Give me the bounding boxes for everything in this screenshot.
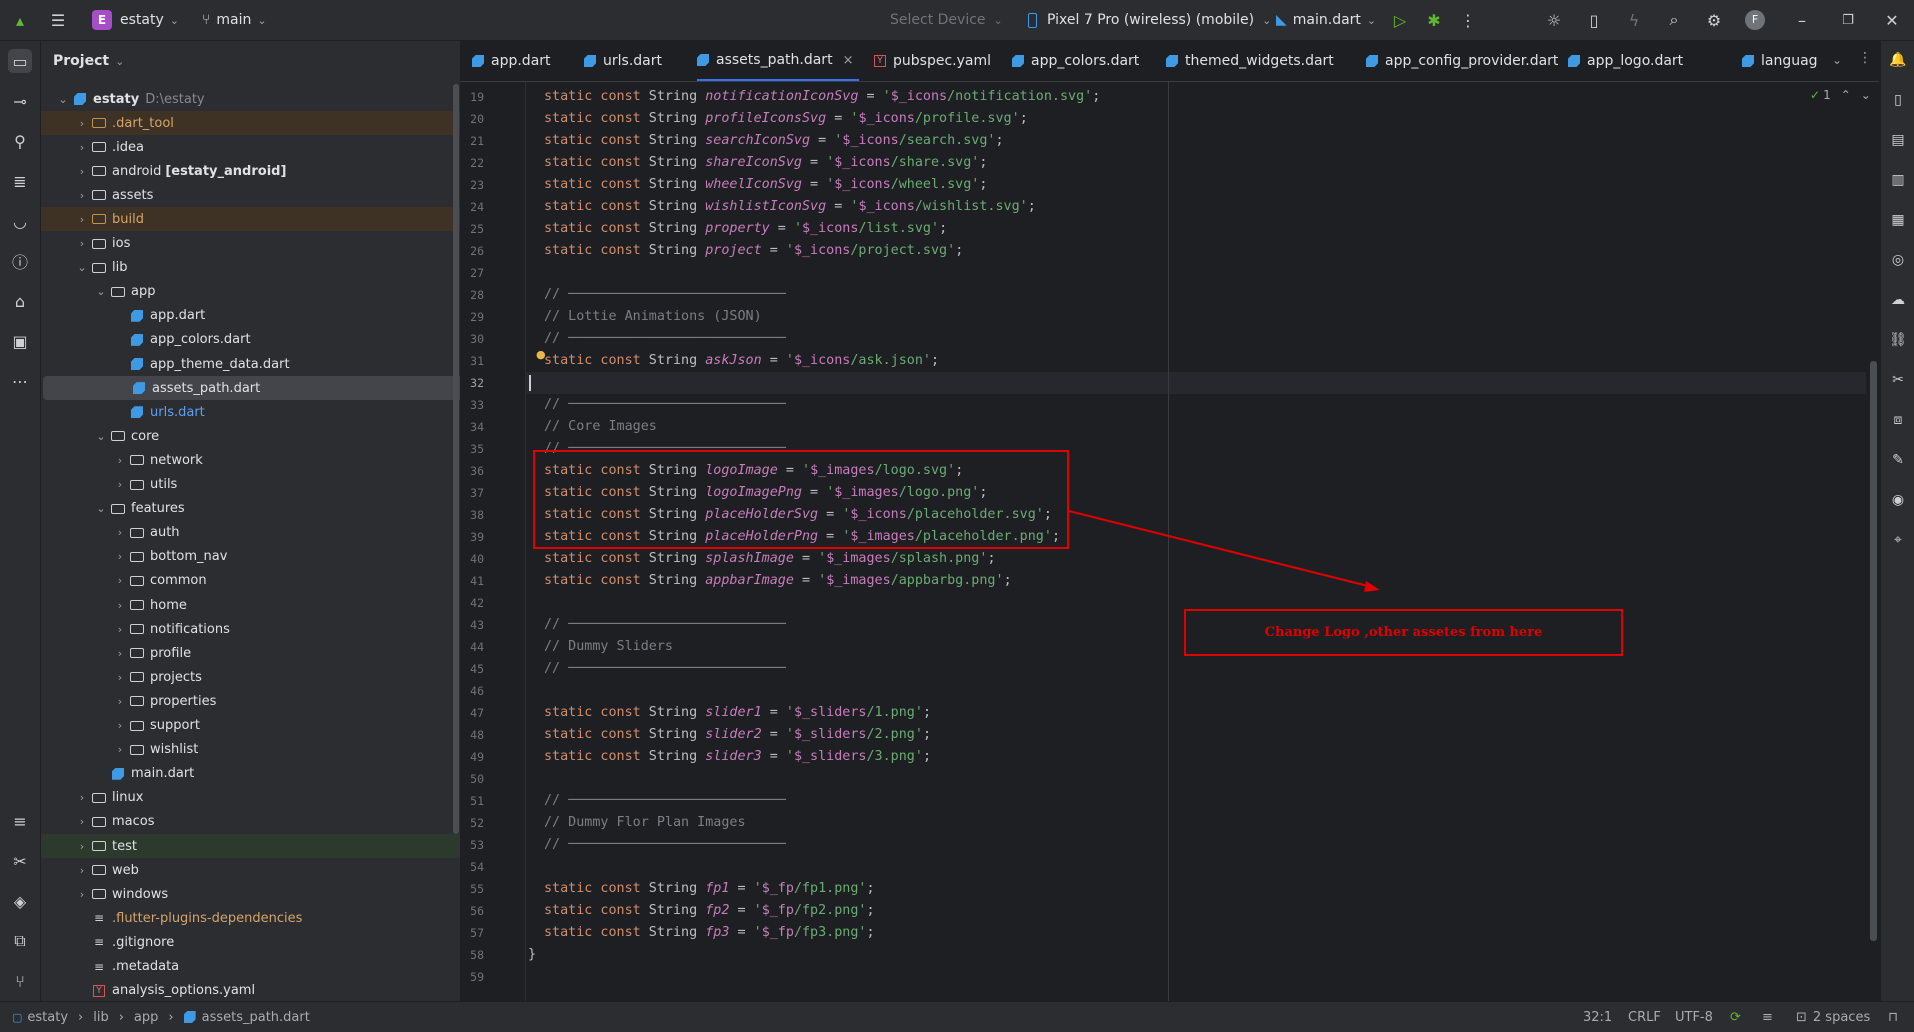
breadcrumb: ▢ estaty › lib › app › assets_path.dart	[12, 1002, 310, 1032]
layout-inspector-icon[interactable]: ⧈	[1887, 409, 1909, 431]
indent-label: 2 spaces	[1812, 1009, 1871, 1025]
tools-icon[interactable]: ✂	[1887, 369, 1909, 391]
right-tool-strip: 🔔 ▯ ▤ ▥ ▦ ◎ ☁ ⛓ ✂ ⧈ ✎ ◉ ⌖	[1880, 41, 1914, 1001]
line-separator[interactable]: CRLF	[1628, 1002, 1661, 1032]
annotation-arrow	[1068, 510, 1380, 592]
edit-icon[interactable]: ✎	[1887, 449, 1909, 471]
sync-icon[interactable]: ⟳	[1730, 1002, 1741, 1032]
gemini-icon[interactable]: ◎	[1887, 249, 1909, 271]
format-icon[interactable]: ≡	[1762, 1002, 1773, 1032]
indent-setting[interactable]: ⊡ 2 spaces	[1796, 1002, 1870, 1032]
link-icon[interactable]: ⛓	[1887, 329, 1909, 351]
preview-icon[interactable]: ◉	[1887, 489, 1909, 511]
breadcrumb-item[interactable]: estaty	[27, 1010, 68, 1025]
emulator-icon[interactable]: ▦	[1887, 209, 1909, 231]
read-only-toggle-icon[interactable]: ⊓	[1888, 1002, 1898, 1032]
caret-position[interactable]: 32:1	[1583, 1002, 1612, 1032]
status-bar: ▢ estaty › lib › app › assets_path.dart …	[0, 1001, 1914, 1032]
file-encoding[interactable]: UTF-8	[1675, 1002, 1713, 1032]
database-icon[interactable]: ▤	[1887, 129, 1909, 151]
module-icon: ▢	[12, 1010, 23, 1024]
annotation-callout-text: Change Logo ,other assetes from here	[1264, 625, 1543, 640]
chevron-right-icon: ›	[78, 1009, 84, 1025]
lock-icon: ⊡	[1796, 1009, 1807, 1025]
chevron-right-icon: ›	[168, 1009, 174, 1025]
running-devices-icon[interactable]: ▥	[1887, 169, 1909, 191]
chevron-right-icon: ›	[118, 1009, 124, 1025]
breadcrumb-item[interactable]: app	[134, 1010, 158, 1025]
cloud-icon[interactable]: ☁	[1887, 289, 1909, 311]
inspect-icon[interactable]: ⌖	[1887, 529, 1909, 551]
breadcrumb-item[interactable]: assets_path.dart	[202, 1010, 310, 1025]
dart-file-icon	[183, 1011, 196, 1023]
device-mirror-icon[interactable]: ▯	[1887, 89, 1909, 111]
breadcrumb-item[interactable]: lib	[93, 1010, 108, 1025]
notifications-icon[interactable]: 🔔	[1887, 49, 1909, 71]
